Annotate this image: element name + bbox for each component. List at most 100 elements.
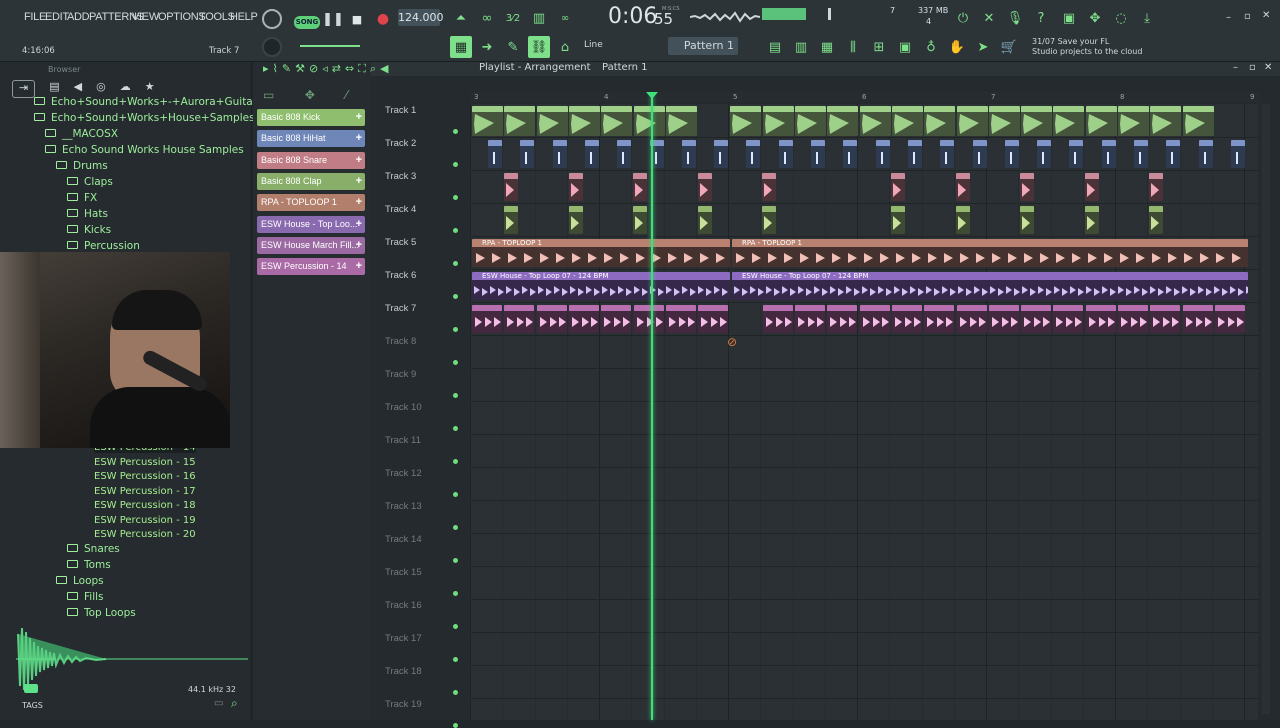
channel-button[interactable]: Basic 808 Kick + bbox=[257, 109, 365, 126]
snare-clip[interactable] bbox=[891, 173, 905, 201]
track-name[interactable]: Track 1 bbox=[385, 105, 416, 116]
hihat-clip[interactable] bbox=[746, 140, 761, 168]
channel-route-icon[interactable]: + bbox=[356, 237, 362, 254]
track-mute-led[interactable] bbox=[453, 162, 458, 167]
kick-clip[interactable] bbox=[504, 106, 536, 136]
kick-clip[interactable] bbox=[1085, 106, 1117, 136]
browser-folder[interactable]: FX bbox=[67, 192, 97, 204]
percussion-clip[interactable] bbox=[988, 305, 1019, 333]
hihat-clip[interactable] bbox=[520, 140, 535, 168]
menu-view[interactable]: VIEW bbox=[132, 11, 159, 23]
chat-icon[interactable]: ◌ bbox=[1110, 7, 1132, 29]
hihat-clip[interactable] bbox=[617, 140, 632, 168]
hihat-clip[interactable] bbox=[584, 140, 599, 168]
track-mute-led[interactable] bbox=[453, 723, 458, 728]
browser-folder[interactable]: Snares bbox=[67, 543, 120, 555]
percussion-clip[interactable] bbox=[504, 305, 535, 333]
kick-clip[interactable] bbox=[1182, 106, 1214, 136]
tempo-tap-icon[interactable]: ➤ bbox=[972, 36, 994, 58]
channel-route-icon[interactable]: + bbox=[356, 173, 362, 190]
channel-rack-icon[interactable]: ▥ bbox=[790, 36, 812, 58]
playhead[interactable] bbox=[651, 95, 653, 720]
hihat-clip[interactable] bbox=[1230, 140, 1245, 168]
percussion-clip[interactable] bbox=[472, 305, 502, 333]
hihat-clip[interactable] bbox=[1166, 140, 1181, 168]
metronome-icon[interactable]: ⏶ bbox=[450, 7, 472, 29]
clap-clip[interactable] bbox=[697, 206, 712, 234]
hihat-clip[interactable] bbox=[1004, 140, 1019, 168]
channel-button[interactable]: ESW Percussion - 14 + bbox=[257, 258, 365, 276]
kick-clip[interactable] bbox=[924, 106, 956, 136]
help-icon[interactable]: ? bbox=[1030, 7, 1052, 29]
pause-button[interactable]: ❚❚ bbox=[322, 8, 344, 30]
browser-folder[interactable]: Loops bbox=[56, 575, 104, 587]
browser-folder[interactable]: Echo+Sound+Works+House+Samples bbox=[34, 112, 255, 124]
browser-search-icon[interactable]: ⌕ bbox=[231, 696, 238, 711]
hihat-clip[interactable] bbox=[1037, 140, 1052, 168]
playlist-scrollbar[interactable] bbox=[1262, 104, 1270, 714]
hihat-clip[interactable] bbox=[972, 140, 987, 168]
track-mute-led[interactable] bbox=[453, 129, 458, 134]
kick-clip[interactable] bbox=[472, 106, 503, 136]
percussion-clip[interactable] bbox=[1150, 305, 1181, 333]
hihat-clip[interactable] bbox=[907, 140, 922, 168]
kick-clip[interactable] bbox=[536, 106, 568, 136]
browser-file[interactable]: ESW Percussion - 16 bbox=[94, 471, 196, 482]
kick-clip[interactable] bbox=[859, 106, 891, 136]
browser-folder[interactable]: Fills bbox=[67, 591, 104, 603]
kick-clip[interactable] bbox=[891, 106, 923, 136]
shop-icon[interactable]: 🛒 bbox=[998, 36, 1020, 58]
toploop-clip[interactable]: RPA - TOPLOOP 1 bbox=[472, 239, 730, 267]
track-mute-led[interactable] bbox=[453, 657, 458, 662]
stop-button[interactable]: ■ bbox=[346, 8, 368, 30]
snare-clip[interactable] bbox=[955, 173, 970, 201]
track-mute-led[interactable] bbox=[453, 624, 458, 629]
channel-route-icon[interactable]: + bbox=[356, 216, 362, 233]
clap-clip[interactable] bbox=[1084, 206, 1099, 234]
channel-button[interactable]: Basic 808 HiHat + bbox=[257, 130, 365, 148]
percussion-clip[interactable] bbox=[665, 305, 696, 333]
track-name[interactable]: Track 17 bbox=[385, 633, 422, 644]
track-mute-led[interactable] bbox=[453, 459, 458, 464]
browser-folder[interactable]: Drums bbox=[56, 160, 108, 172]
track-name[interactable]: Track 15 bbox=[385, 567, 422, 578]
track-mute-led[interactable] bbox=[453, 360, 458, 365]
track-name[interactable]: Track 6 bbox=[385, 270, 416, 281]
percussion-clip[interactable] bbox=[1053, 305, 1084, 333]
snare-clip[interactable] bbox=[568, 173, 583, 201]
arrangement-grid[interactable]: RPA - TOPLOOP 1 RPA - TOPLOOP 1 ESW House … bbox=[470, 104, 1258, 720]
kick-clip[interactable] bbox=[568, 106, 600, 136]
track-name[interactable]: Track 2 bbox=[385, 138, 416, 149]
song-pat-knob[interactable] bbox=[262, 9, 282, 29]
browser-folder[interactable]: Percussion bbox=[67, 240, 140, 252]
piano-roll-icon[interactable]: ▦ bbox=[816, 36, 838, 58]
browser-folder[interactable]: Claps bbox=[67, 176, 113, 188]
news-line-1[interactable]: 31/07 Save your FL bbox=[1032, 37, 1109, 46]
channel-route-icon[interactable]: + bbox=[356, 194, 362, 211]
browser-icon[interactable]: ⊞ bbox=[868, 36, 890, 58]
percussion-clip[interactable] bbox=[1118, 305, 1148, 333]
percussion-clip[interactable] bbox=[1214, 305, 1245, 333]
kick-clip[interactable] bbox=[730, 106, 762, 136]
wait-icon[interactable]: ∞ bbox=[476, 7, 498, 29]
toploop-clip[interactable]: RPA - TOPLOOP 1 bbox=[732, 239, 1248, 267]
save-icon[interactable]: ▣ bbox=[1058, 7, 1080, 29]
percussion-clip[interactable] bbox=[1085, 305, 1116, 333]
channel-button[interactable]: Basic 808 Clap + bbox=[257, 172, 365, 190]
channel-route-icon[interactable]: + bbox=[356, 258, 362, 275]
hihat-clip[interactable] bbox=[875, 140, 890, 168]
cpu-icon[interactable]: ⏻ bbox=[952, 7, 974, 29]
clap-clip[interactable] bbox=[568, 206, 583, 234]
track-mute-led[interactable] bbox=[453, 195, 458, 200]
kick-clip[interactable] bbox=[1150, 106, 1182, 136]
hihat-clip[interactable] bbox=[1134, 140, 1148, 168]
browser-all-icon[interactable]: ⇥ bbox=[12, 80, 36, 98]
hihat-clip[interactable] bbox=[488, 140, 502, 168]
kick-clip[interactable] bbox=[601, 106, 633, 136]
clap-clip[interactable] bbox=[504, 206, 518, 234]
track-mute-led[interactable] bbox=[453, 294, 458, 299]
track-mute-led[interactable] bbox=[453, 558, 458, 563]
kick-clip[interactable] bbox=[665, 106, 697, 136]
project-icon[interactable]: ▣ bbox=[894, 36, 916, 58]
arrow-tool-icon[interactable]: ➜ bbox=[476, 36, 498, 58]
